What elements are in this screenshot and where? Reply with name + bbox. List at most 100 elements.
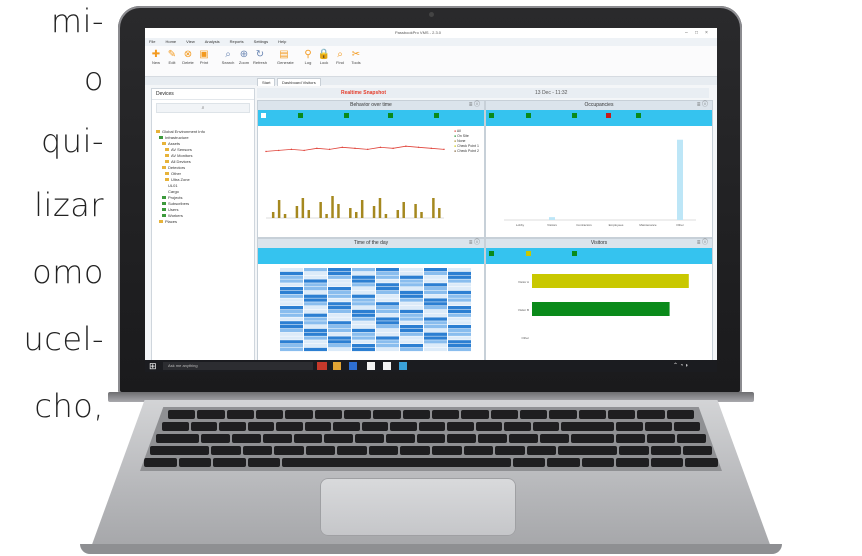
- refresh-button[interactable]: ↻ Refresh: [253, 49, 267, 65]
- filter-chip[interactable]: [434, 113, 439, 118]
- generate-button[interactable]: ▤ Generate: [277, 49, 294, 65]
- filter-chip[interactable]: [572, 113, 577, 118]
- heat-cell: [352, 283, 375, 287]
- heat-cell: [304, 347, 327, 352]
- app-icon[interactable]: [383, 362, 391, 370]
- filter-chip[interactable]: [526, 113, 531, 118]
- visitor-label: Visitor B: [518, 308, 529, 312]
- edit-button[interactable]: ✎ Edit: [165, 49, 179, 65]
- windows-start-icon[interactable]: ⊞: [149, 361, 157, 371]
- tab-dashboard[interactable]: Dashboard Visitors: [277, 78, 321, 86]
- heat-cell: [400, 336, 423, 340]
- filter-chip[interactable]: [636, 113, 641, 118]
- filter-bar[interactable]: [486, 248, 712, 264]
- close-icon[interactable]: ×: [705, 30, 708, 36]
- menu-icon[interactable]: ≡ ⓘ: [469, 101, 480, 110]
- menu-item[interactable]: File: [149, 38, 155, 46]
- heat-cell: [304, 287, 327, 291]
- heat-cell: [424, 332, 447, 336]
- filter-chip[interactable]: [388, 113, 393, 118]
- zoom-icon: ⊕: [239, 49, 249, 60]
- heat-cell: [328, 279, 351, 283]
- menu-icon[interactable]: ≡ ⓘ: [469, 239, 480, 248]
- zoom-button[interactable]: ⊕ Zoom: [237, 49, 251, 65]
- menu-icon[interactable]: ≡ ⓘ: [697, 101, 708, 110]
- heat-cell: [448, 340, 471, 344]
- heat-cell: [424, 294, 447, 298]
- heat-cell: [280, 325, 303, 329]
- heat-cell: [376, 294, 399, 298]
- app-icon[interactable]: [349, 362, 357, 370]
- app-icon[interactable]: [317, 362, 327, 370]
- heat-cell: [352, 325, 375, 329]
- tab-start[interactable]: Start: [257, 78, 276, 86]
- log-button[interactable]: ⚲ Log: [301, 49, 315, 65]
- menu-item[interactable]: Reports: [230, 38, 244, 46]
- heat-cell: [448, 309, 471, 314]
- dashboard-header: Realtime Snapshot 13 Dec - 11:32: [257, 88, 709, 98]
- filter-chip[interactable]: [261, 113, 266, 118]
- category-label: Employees: [609, 223, 624, 227]
- heat-cell: [424, 321, 447, 325]
- key-row: [168, 410, 694, 419]
- tree-item[interactable]: Places: [156, 219, 205, 225]
- app-icon[interactable]: [399, 362, 407, 370]
- menu-item[interactable]: View: [186, 38, 195, 46]
- heat-cell: [352, 313, 375, 317]
- heat-cell: [424, 309, 447, 314]
- magnifier-icon: ⌕: [337, 49, 343, 60]
- side-text-line: cho,: [34, 387, 104, 425]
- filter-bar[interactable]: [258, 248, 484, 264]
- heat-cell: [400, 283, 423, 287]
- key-row: [162, 422, 701, 431]
- panel-visitors: Visitors ≡ ⓘ Visitor A Visitor B Other: [485, 238, 713, 372]
- filter-chip[interactable]: [572, 251, 577, 256]
- find-button[interactable]: ⌕ Find: [333, 49, 347, 65]
- filter-bar[interactable]: [258, 110, 484, 126]
- heat-cell: [400, 271, 423, 276]
- tray-icons[interactable]: ⌃ ◔ ◗: [673, 362, 689, 369]
- heat-cell: [304, 290, 327, 295]
- side-text-line: qui-: [40, 122, 104, 160]
- heatmap-chart: [280, 268, 471, 352]
- filter-chip[interactable]: [606, 113, 611, 118]
- filter-chip[interactable]: [526, 251, 531, 256]
- filter-chip[interactable]: [344, 113, 349, 118]
- lock-button[interactable]: 🔒 Lock: [317, 49, 331, 65]
- menu-item[interactable]: Home: [165, 38, 176, 46]
- heat-cell: [448, 344, 471, 348]
- filter-bar[interactable]: [486, 110, 712, 126]
- sidebar-search[interactable]: ⌕: [156, 103, 250, 113]
- menu-icon[interactable]: ≡ ⓘ: [697, 239, 708, 248]
- filter-chip[interactable]: [298, 113, 303, 118]
- device-tree: Global Environment Info Infrastructure A…: [156, 129, 205, 225]
- menu-item[interactable]: Analysis: [205, 38, 220, 46]
- ribbon-label: New: [151, 60, 160, 65]
- heat-cell: [376, 287, 399, 291]
- maximize-icon[interactable]: □: [695, 30, 698, 36]
- heat-cell: [352, 309, 375, 314]
- filter-chip[interactable]: [489, 113, 494, 118]
- app-icon[interactable]: [367, 362, 375, 370]
- heat-cell: [328, 325, 351, 329]
- tools-button[interactable]: ✂ Tools: [349, 49, 363, 65]
- heat-cell: [448, 271, 471, 276]
- search-button[interactable]: ⌕ Search: [221, 49, 235, 65]
- print-button[interactable]: ▣ Print: [197, 49, 211, 65]
- menu-item[interactable]: Help: [278, 38, 286, 46]
- heat-cell: [448, 302, 471, 306]
- heat-cell: [448, 290, 471, 295]
- ribbon-label: Zoom: [238, 60, 250, 65]
- heat-cell: [400, 294, 423, 298]
- heat-cell: [304, 309, 327, 314]
- menu-item[interactable]: Settings: [254, 38, 268, 46]
- activity-bar: [337, 204, 340, 218]
- filter-chip[interactable]: [489, 251, 494, 256]
- heat-cell: [376, 347, 399, 352]
- heat-cell: [304, 268, 327, 272]
- minimize-icon[interactable]: –: [685, 30, 688, 36]
- app-icon[interactable]: [333, 362, 341, 370]
- taskbar-search[interactable]: Ask me anything: [163, 362, 313, 370]
- delete-button[interactable]: ⊗ Delete: [181, 49, 195, 65]
- new-button[interactable]: ✚ New: [149, 49, 163, 65]
